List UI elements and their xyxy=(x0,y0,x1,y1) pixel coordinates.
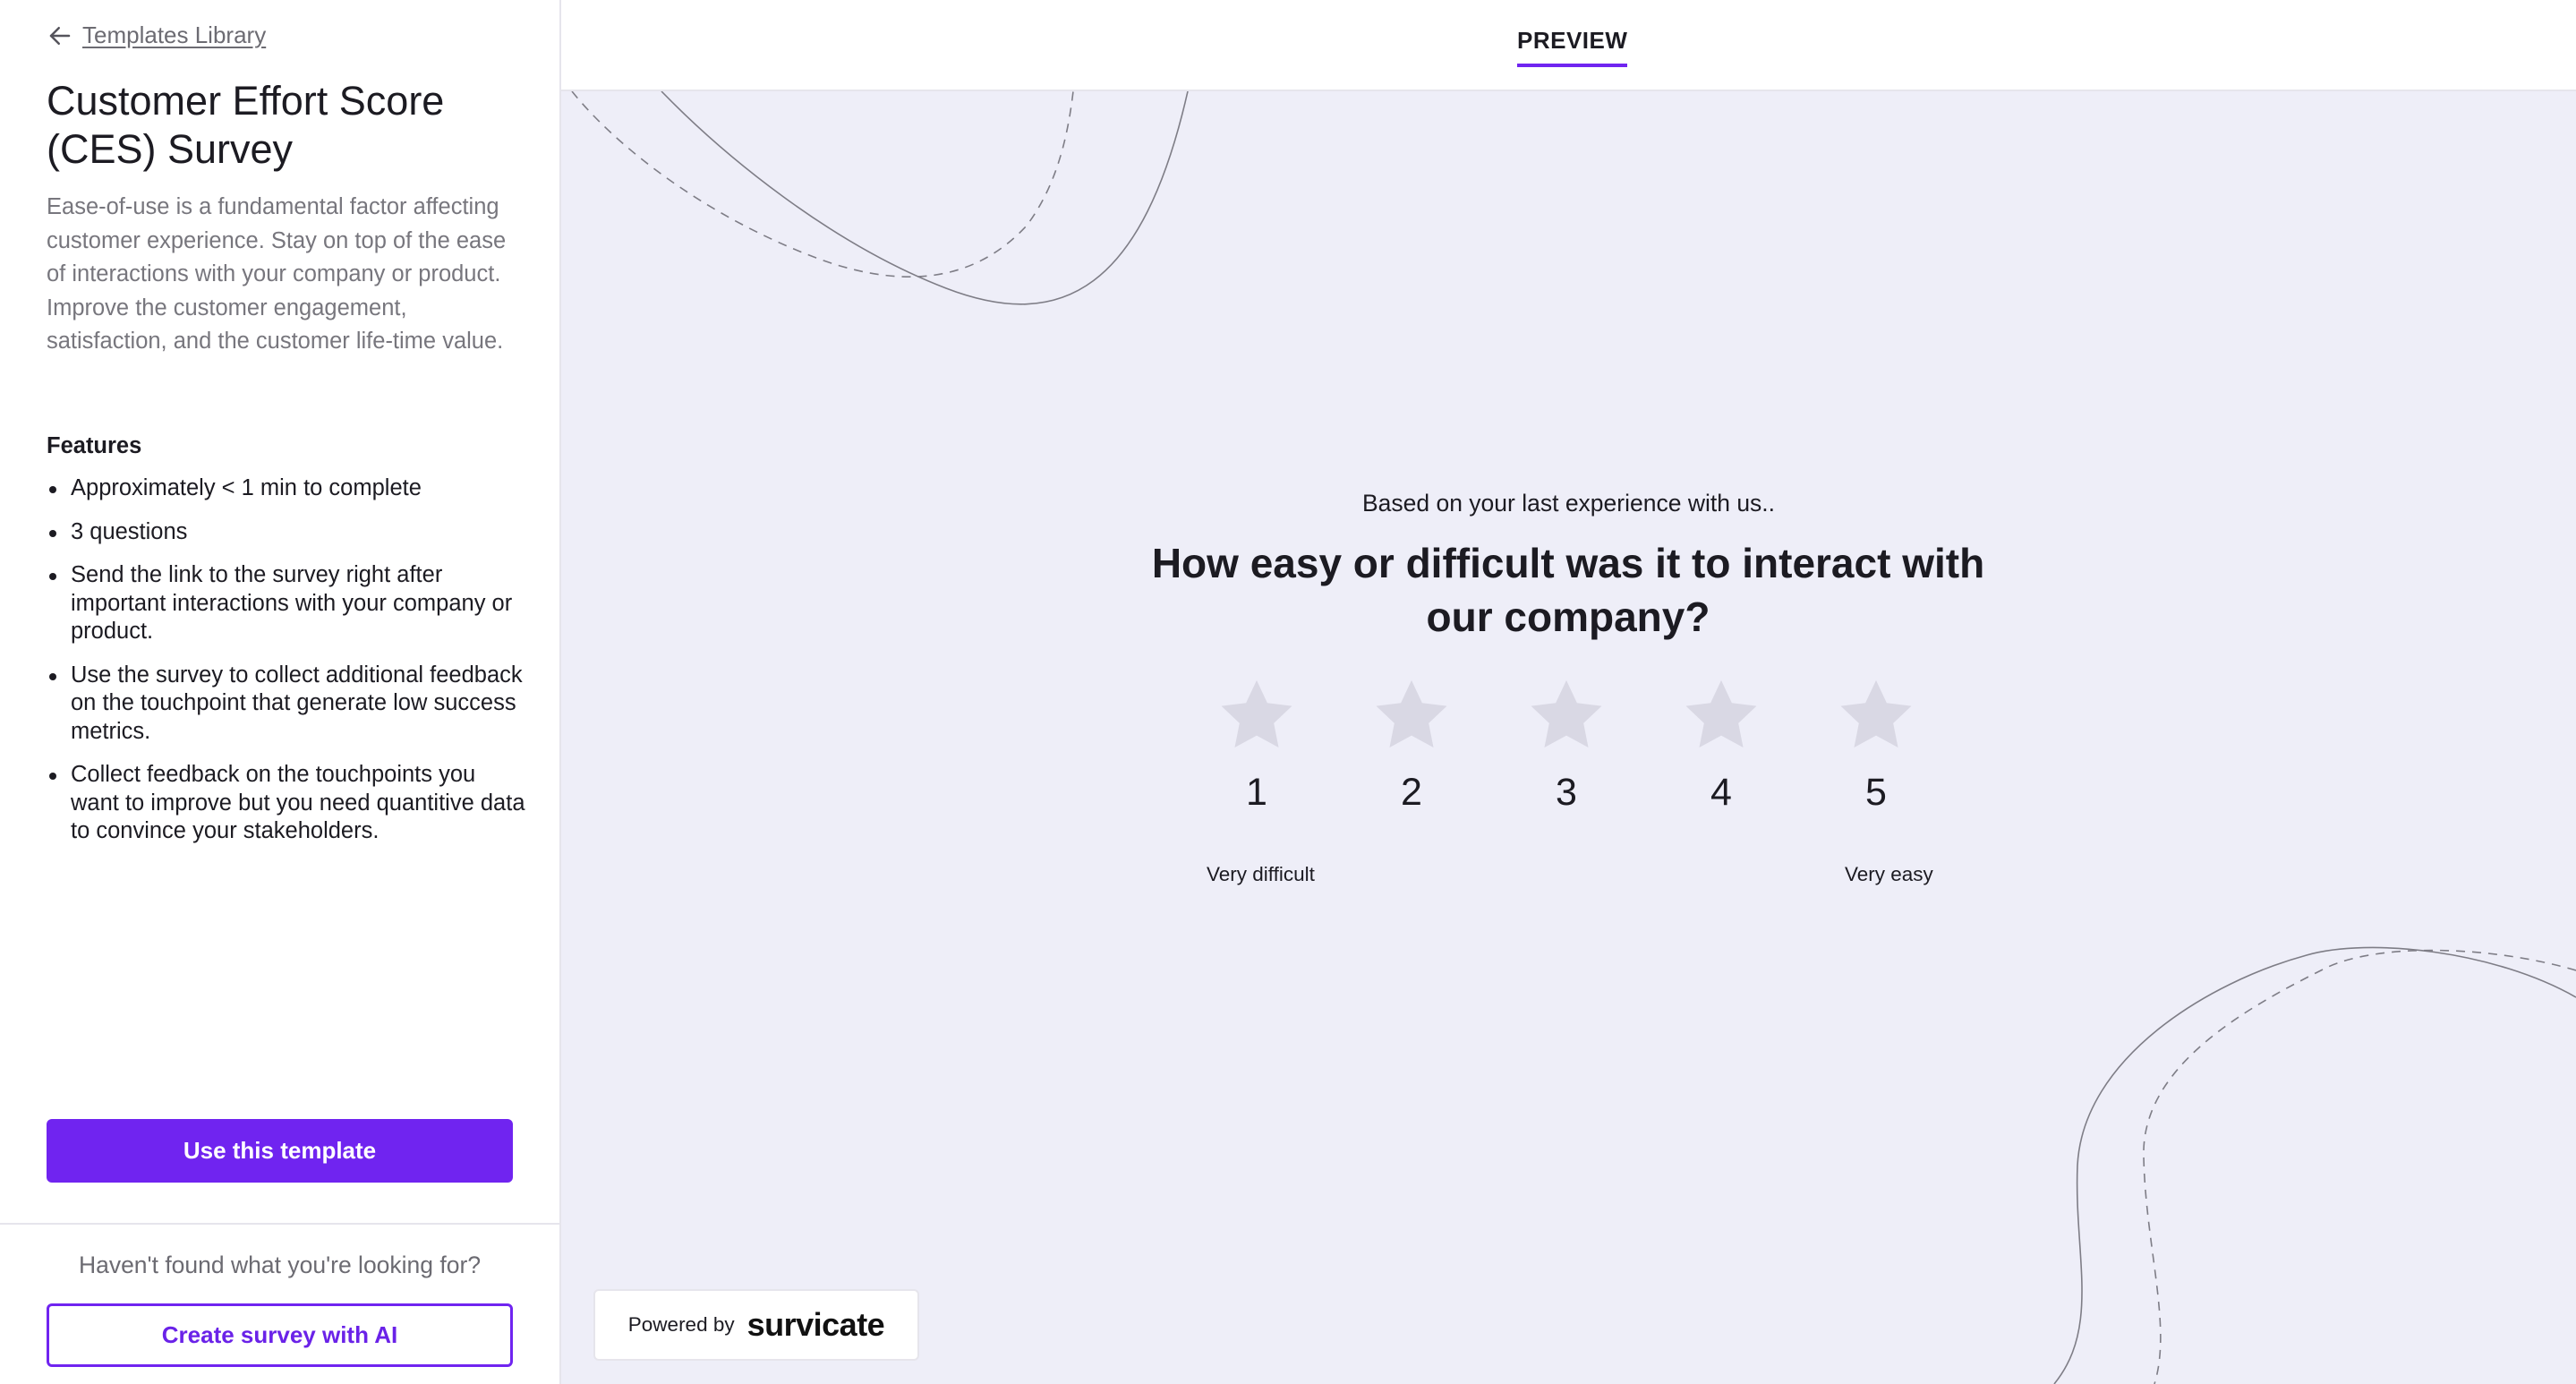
star-icon xyxy=(1221,679,1292,748)
feature-item: Use the survey to collect additional fee… xyxy=(47,662,530,747)
survey-preview: Based on your last experience with us.. … xyxy=(561,91,2576,1384)
powered-by-text: Powered by xyxy=(627,1313,735,1336)
powered-by-badge[interactable]: Powered by survicate xyxy=(593,1289,919,1361)
tab-preview[interactable]: PREVIEW xyxy=(1517,27,1628,67)
star-icon xyxy=(1685,679,1757,748)
survey-intro: Based on your last experience with us.. xyxy=(1361,490,1776,517)
survicate-logo: survicate xyxy=(746,1306,885,1343)
rating-value: 4 xyxy=(1710,771,1732,814)
template-title: Customer Effort Score (CES) Survey xyxy=(47,78,445,172)
scale-high-label: Very easy xyxy=(1845,863,1933,885)
sidebar-footer: Haven't found what you're looking for? C… xyxy=(0,1223,559,1384)
preview-area: PREVIEW Based on your last experience wi… xyxy=(561,0,2576,1384)
rating-option-3[interactable]: 3 xyxy=(1513,674,1620,815)
feature-item: Approximately < 1 min to complete xyxy=(47,474,530,503)
feature-item: Collect feedback on the touchpoints you … xyxy=(47,761,530,846)
back-link-label: Templates Library xyxy=(82,21,267,48)
not-found-text: Haven't found what you're looking for? xyxy=(78,1252,482,1278)
star-icon xyxy=(1531,679,1602,748)
use-template-button[interactable]: Use this template xyxy=(47,1119,513,1183)
scale-low-label: Very difficult xyxy=(1207,863,1315,885)
create-survey-ai-button[interactable]: Create survey with AI xyxy=(47,1303,513,1367)
rating-value: 2 xyxy=(1401,771,1422,814)
rating-option-2[interactable]: 2 xyxy=(1358,674,1465,815)
survey-canvas: Based on your last experience with us.. … xyxy=(561,91,2576,1384)
star-icon xyxy=(1840,679,1912,748)
rating-value: 3 xyxy=(1556,771,1577,814)
back-to-templates-link[interactable]: Templates Library xyxy=(47,21,266,49)
rating-option-1[interactable]: 1 xyxy=(1203,674,1310,815)
features-heading: Features xyxy=(47,433,142,458)
app: Templates Library Customer Effort Score … xyxy=(0,0,2576,1384)
template-description: Ease-of-use is a fundamental factor affe… xyxy=(47,194,507,354)
arrow-left-icon xyxy=(49,26,71,45)
features-list: Approximately < 1 min to complete 3 ques… xyxy=(47,474,530,861)
rating-value: 1 xyxy=(1246,771,1267,814)
feature-item: Send the link to the survey right after … xyxy=(47,561,530,646)
rating-option-5[interactable]: 5 xyxy=(1822,674,1930,815)
rating-option-4[interactable]: 4 xyxy=(1668,674,1775,815)
rating-value: 5 xyxy=(1865,771,1887,814)
template-sidebar: Templates Library Customer Effort Score … xyxy=(0,0,561,1384)
preview-header: PREVIEW xyxy=(561,0,2576,91)
feature-item: 3 questions xyxy=(47,518,530,547)
star-icon xyxy=(1376,679,1447,748)
survey-question: How easy or difficult was it to interact… xyxy=(1151,540,1985,640)
